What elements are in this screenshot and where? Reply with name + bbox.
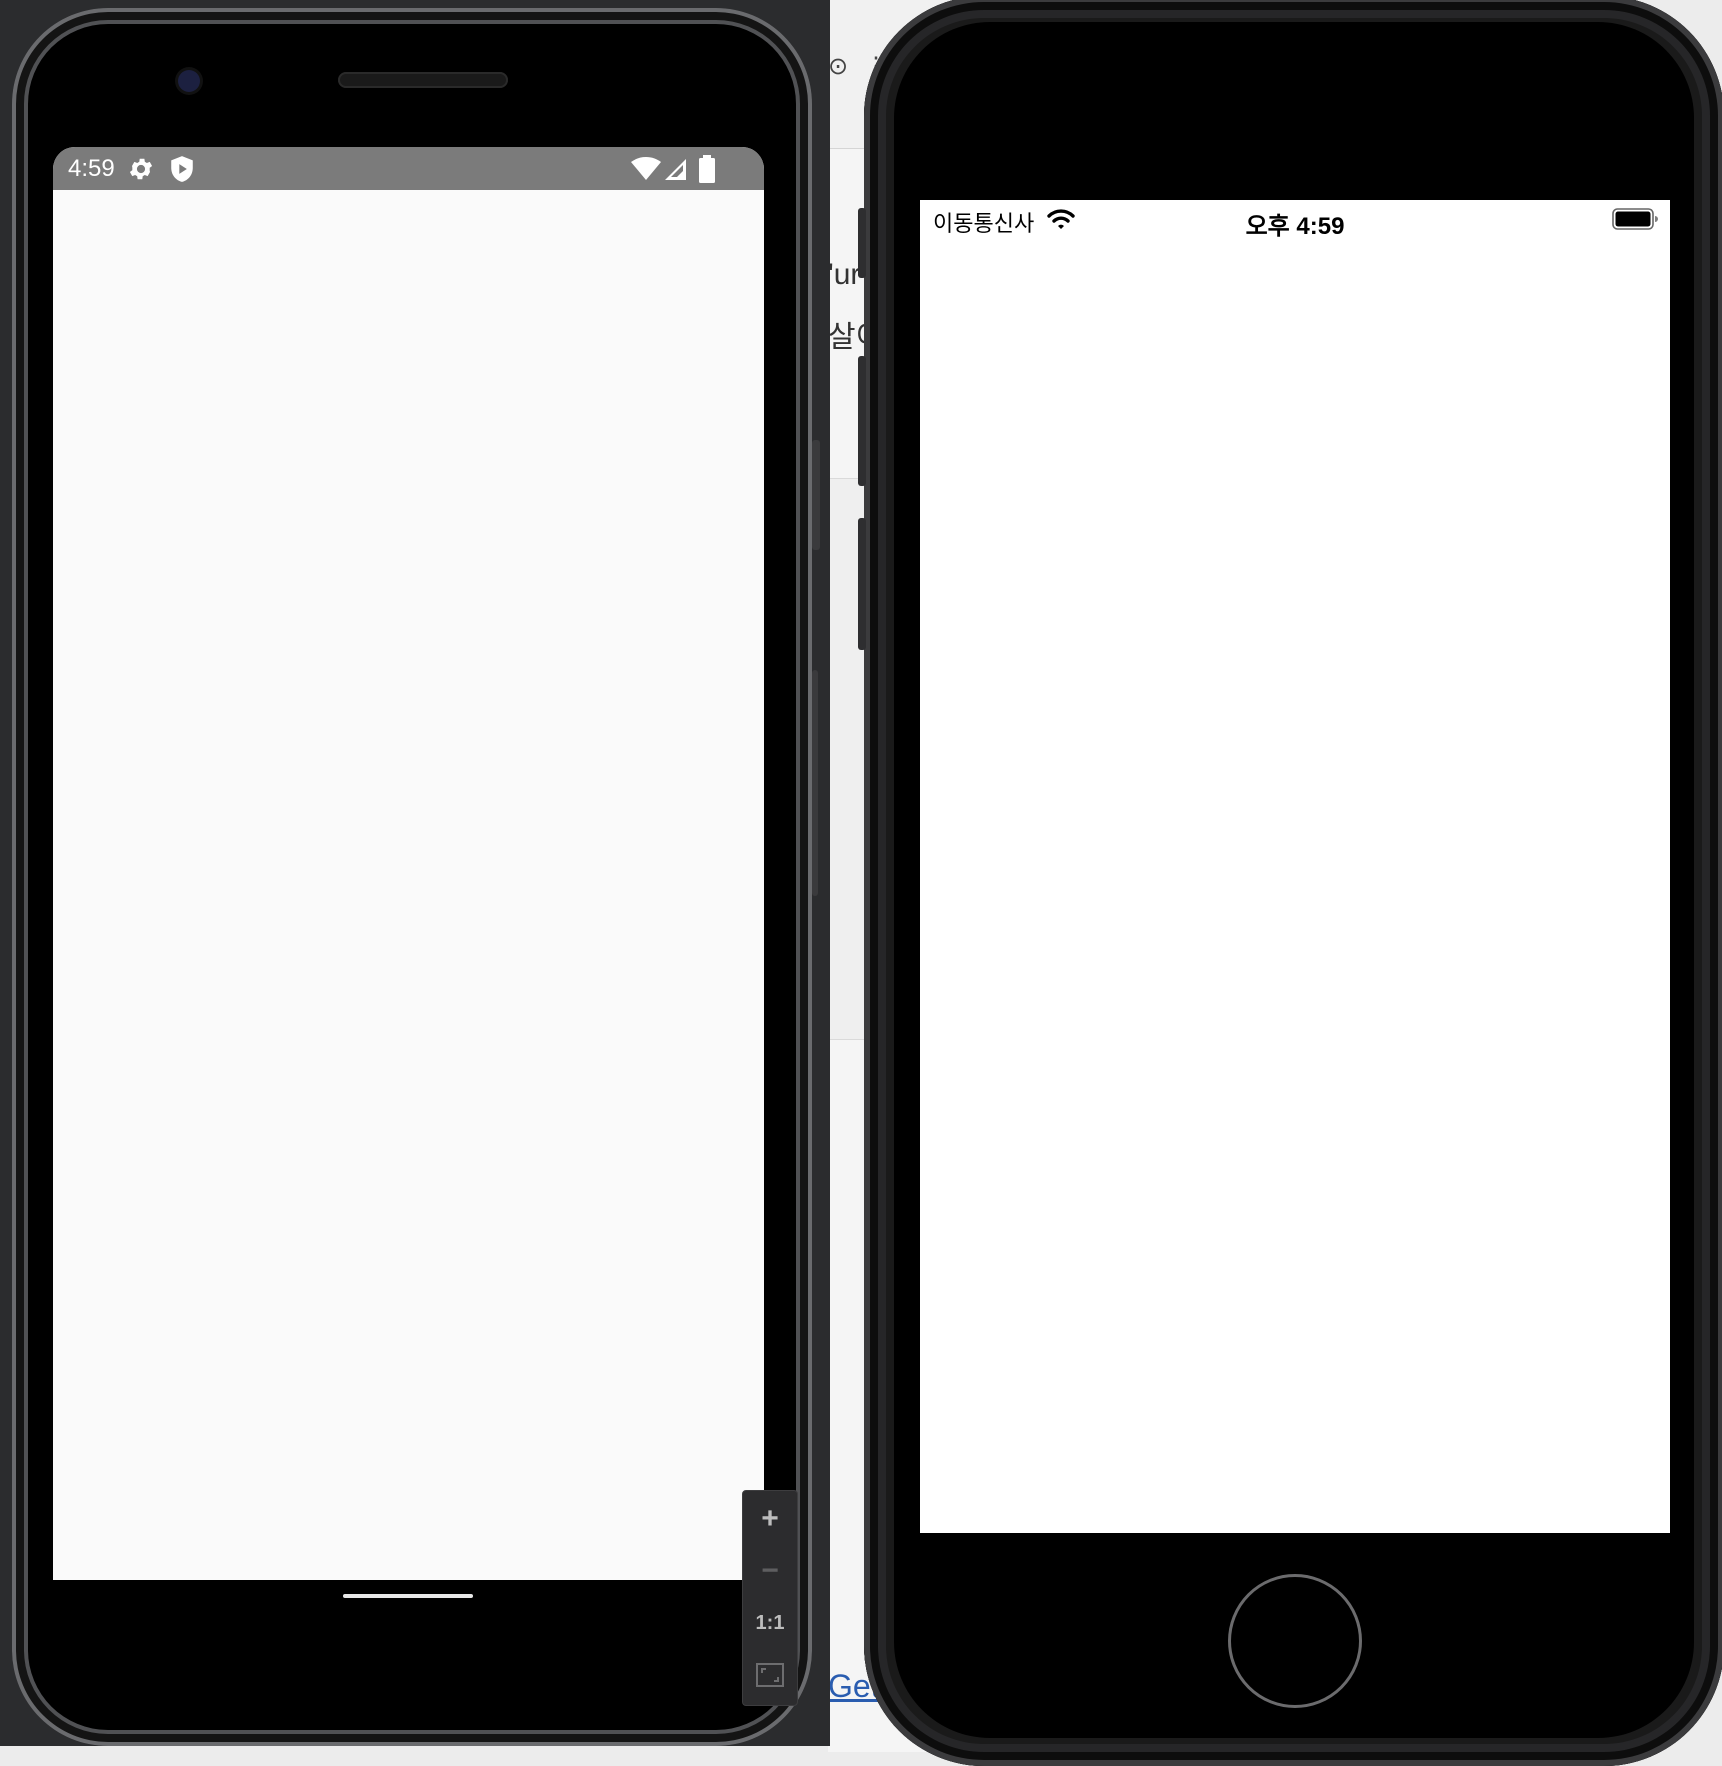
actual-size-button[interactable]: 1:1 [743,1597,797,1649]
volume-down-button[interactable] [858,518,866,650]
toolbar-icon[interactable]: ⊙ [828,52,848,81]
zoom-in-button[interactable]: + [743,1493,797,1545]
shield-icon [171,156,193,182]
home-button[interactable] [1228,1574,1362,1708]
gear-icon [129,158,153,180]
android-status-bar: 4:59 [53,147,764,190]
volume-up-button[interactable] [858,356,866,486]
battery-icon [699,155,715,183]
android-navigation-bar [53,1580,764,1680]
ios-status-bar: 이동통신사 오후 4:59 [920,200,1670,240]
android-screen[interactable]: 4:59 [53,147,764,1580]
front-camera [178,70,200,92]
fit-screen-icon [756,1663,784,1687]
wifi-icon [631,157,661,180]
actual-size-label: 1:1 [755,1611,785,1634]
fit-screen-button[interactable] [743,1649,797,1701]
battery-icon [1612,208,1658,230]
zoom-out-button[interactable]: − [743,1545,797,1597]
gesture-handle[interactable] [343,1594,473,1598]
mute-switch[interactable] [858,208,866,278]
earpiece-speaker [338,72,508,88]
iphone-screen[interactable]: 이동통신사 오후 4:59 [920,200,1670,1533]
status-time: 4:59 [68,155,115,182]
volume-button[interactable] [812,440,820,550]
signal-icon [665,159,686,180]
android-emulator-window: 4:59 [0,0,830,1746]
zoom-control-panel: + − 1:1 [742,1490,798,1706]
page-text-line: 'ur [828,258,861,291]
status-time: 오후 4:59 [1245,213,1345,240]
power-button[interactable] [812,670,818,896]
